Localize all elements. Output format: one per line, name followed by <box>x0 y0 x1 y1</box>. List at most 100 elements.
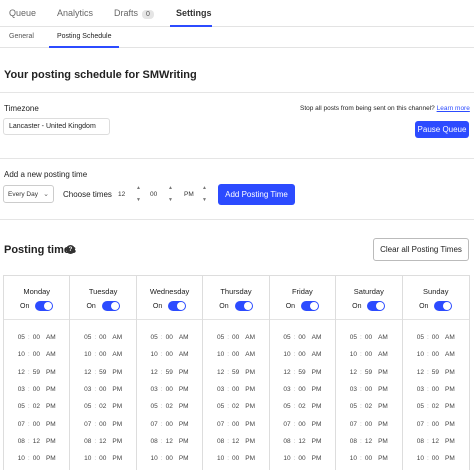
time-slot[interactable]: 05:00 AM <box>403 329 469 346</box>
day-toggle[interactable] <box>234 301 253 311</box>
time-slot[interactable]: 05:00 AM <box>270 329 335 346</box>
time-slot[interactable]: 03:00 PM <box>270 381 335 398</box>
subtab-general[interactable]: General <box>9 33 34 40</box>
time-slot[interactable]: 05:02 PM <box>70 398 135 415</box>
time-slot[interactable]: 07:00 PM <box>336 415 401 432</box>
time-slot[interactable]: 10:00 AM <box>403 346 469 363</box>
time-slot[interactable]: 12:59 PM <box>270 364 335 381</box>
day-toggle[interactable] <box>301 301 320 311</box>
time-slot[interactable]: 07:00 PM <box>203 415 268 432</box>
time-slot[interactable]: 03:00 PM <box>70 381 135 398</box>
learn-more-link[interactable]: Learn more <box>437 105 470 112</box>
time-slot[interactable]: 10:00 PM <box>336 450 401 467</box>
time-slot[interactable]: 05:02 PM <box>403 398 469 415</box>
time-period: PM <box>245 437 255 445</box>
add-posting-time-button[interactable]: Add Posting Time <box>218 184 295 205</box>
time-slot[interactable]: 05:02 PM <box>336 398 401 415</box>
frequency-select[interactable]: Every Day ⌄ <box>3 185 54 203</box>
time-minute: 02 <box>431 403 439 411</box>
subtab-posting-schedule[interactable]: Posting Schedule <box>57 33 111 40</box>
time-slot[interactable]: 10:00 PM <box>4 450 69 467</box>
time-slot[interactable]: 10:00 AM <box>203 346 268 363</box>
time-slot[interactable]: 10:00 PM <box>270 450 335 467</box>
time-hour: 05 <box>17 334 25 342</box>
time-slot[interactable]: 03:00 PM <box>4 381 69 398</box>
time-slot[interactable]: 10:00 AM <box>70 346 135 363</box>
day-toggle[interactable] <box>434 301 453 311</box>
tab-analytics[interactable]: Analytics <box>57 8 93 18</box>
time-slot[interactable]: 12:59 PM <box>403 364 469 381</box>
time-slot[interactable]: 05:00 AM <box>336 329 401 346</box>
time-minute: 02 <box>165 403 173 411</box>
day-toggle[interactable] <box>367 301 386 311</box>
time-period: PM <box>445 420 455 428</box>
time-separator: : <box>227 420 229 428</box>
time-slot[interactable]: 12:59 PM <box>336 364 401 381</box>
time-slot[interactable]: 05:00 AM <box>4 329 69 346</box>
tab-settings[interactable]: Settings <box>176 8 212 18</box>
time-slot[interactable]: 10:00 PM <box>70 450 135 467</box>
day-toggle[interactable] <box>101 301 120 311</box>
minute-down-icon[interactable]: ▼ <box>168 198 173 203</box>
time-slot[interactable]: 07:00 PM <box>270 415 335 432</box>
day-toggle[interactable] <box>168 301 187 311</box>
day-toggle[interactable] <box>35 301 54 311</box>
ampm-up-icon[interactable]: ▲ <box>202 186 207 191</box>
time-slot[interactable]: 05:00 AM <box>137 329 202 346</box>
time-slot[interactable]: 05:02 PM <box>4 398 69 415</box>
time-minute: 59 <box>232 368 240 376</box>
time-slot[interactable]: 07:00 PM <box>70 415 135 432</box>
time-slot[interactable]: 05:00 AM <box>203 329 268 346</box>
day-header: Saturday On <box>336 276 402 320</box>
time-slot[interactable]: 10:00 AM <box>336 346 401 363</box>
time-slot[interactable]: 08:12 PM <box>403 433 469 450</box>
time-slot[interactable]: 08:12 PM <box>270 433 335 450</box>
time-hour: 07 <box>216 420 225 428</box>
time-slot[interactable]: 10:00 AM <box>4 346 69 363</box>
time-slot[interactable]: 08:12 PM <box>70 433 135 450</box>
time-slot[interactable]: 10:00 PM <box>403 450 469 467</box>
time-slot[interactable]: 07:00 PM <box>4 415 69 432</box>
time-slot[interactable]: 03:00 PM <box>403 381 469 398</box>
minute-up-icon[interactable]: ▲ <box>168 186 173 191</box>
time-slot[interactable]: 07:00 PM <box>137 415 202 432</box>
time-slot[interactable]: 08:12 PM <box>203 433 268 450</box>
hour-up-icon[interactable]: ▲ <box>136 186 141 191</box>
time-slot[interactable]: 08:12 PM <box>4 433 69 450</box>
time-slot[interactable]: 08:12 PM <box>336 433 401 450</box>
time-slot[interactable]: 03:00 PM <box>203 381 268 398</box>
settings-sub-tabs: General Posting Schedule <box>0 27 474 48</box>
time-slot[interactable]: 05:02 PM <box>203 398 268 415</box>
timezone-input[interactable]: Lancaster - United Kingdom <box>3 118 110 135</box>
time-slot[interactable]: 10:00 AM <box>270 346 335 363</box>
time-minute: 02 <box>32 403 40 411</box>
minute-value[interactable]: 00 <box>150 191 157 198</box>
time-slot[interactable]: 12:59 PM <box>70 364 135 381</box>
time-slot[interactable]: 08:12 PM <box>137 433 202 450</box>
hour-value[interactable]: 12 <box>118 191 125 198</box>
clear-all-posting-times-button[interactable]: Clear all Posting Times <box>373 238 469 261</box>
day-name: Tuesday <box>88 287 118 296</box>
help-icon[interactable]: ? <box>66 245 75 254</box>
divider <box>0 219 474 220</box>
time-slot[interactable]: 10:00 PM <box>137 450 202 467</box>
time-slot[interactable]: 12:59 PM <box>4 364 69 381</box>
time-slot[interactable]: 10:00 PM <box>203 450 268 467</box>
time-slot[interactable]: 10:00 AM <box>137 346 202 363</box>
tab-queue[interactable]: Queue <box>9 8 36 18</box>
pause-queue-button[interactable]: Pause Queue <box>415 121 469 138</box>
tab-drafts[interactable]: Drafts 0 <box>114 8 154 19</box>
ampm-down-icon[interactable]: ▼ <box>202 198 207 203</box>
ampm-value[interactable]: PM <box>184 191 194 198</box>
time-slot[interactable]: 05:02 PM <box>270 398 335 415</box>
time-slot[interactable]: 12:59 PM <box>203 364 268 381</box>
time-hour: 12 <box>84 368 92 376</box>
time-slot[interactable]: 12:59 PM <box>137 364 202 381</box>
day-header: Monday On <box>4 276 70 320</box>
time-slot[interactable]: 03:00 PM <box>336 381 401 398</box>
hour-down-icon[interactable]: ▼ <box>136 198 141 203</box>
time-slot[interactable]: 05:00 AM <box>70 329 135 346</box>
time-slot[interactable]: 05:02 PM <box>137 398 202 415</box>
time-slot[interactable]: 07:00 PM <box>403 415 469 432</box>
time-slot[interactable]: 03:00 PM <box>137 381 202 398</box>
